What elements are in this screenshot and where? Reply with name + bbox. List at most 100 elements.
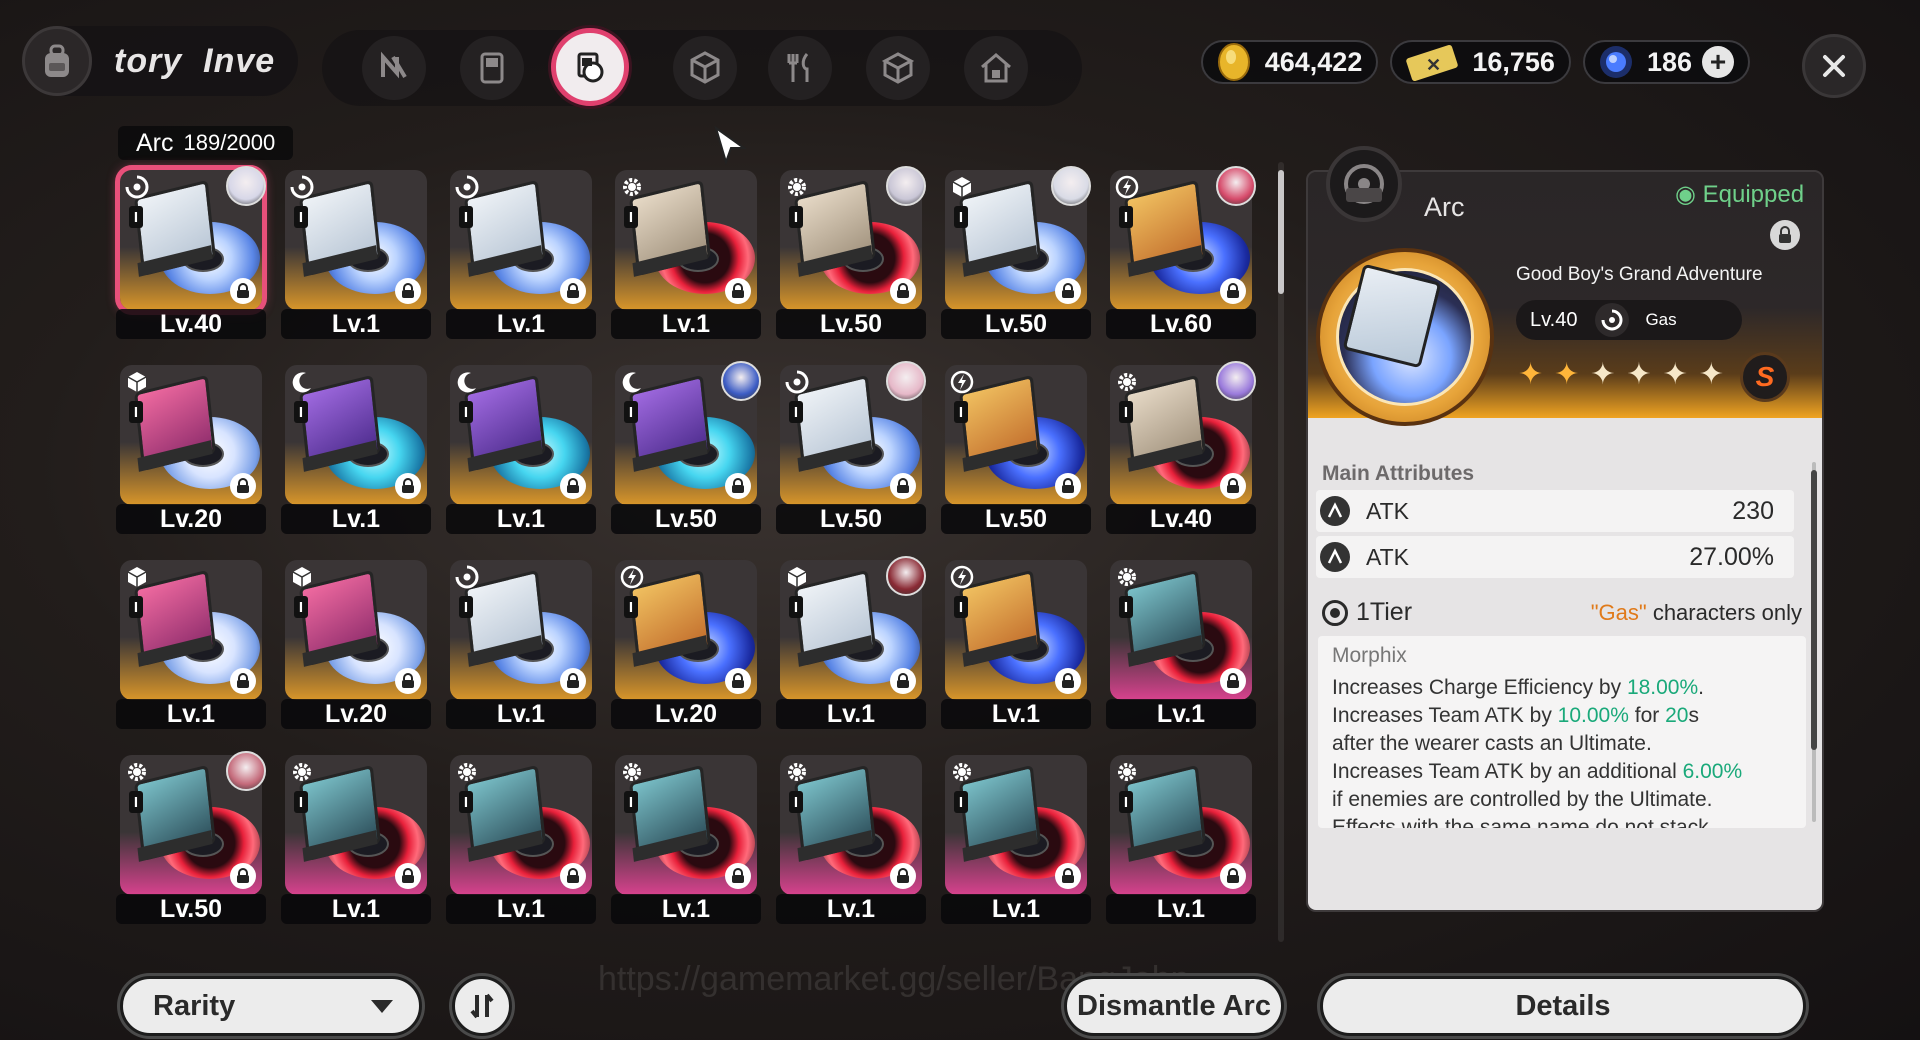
crystal-counter[interactable]: 186 + [1582,40,1750,84]
tier-badge: I [789,791,803,813]
close-button[interactable] [1802,34,1866,98]
home-tab[interactable] [964,36,1028,100]
arc-card[interactable]: I Lv.20 [611,556,761,729]
restriction-attribute: "Gas" [1590,599,1647,625]
lock-icon[interactable] [1220,668,1246,694]
tier-label: 1Tier [1356,598,1413,626]
arc-level-label: Lv.50 [776,309,926,339]
effect-line: if enemies are controlled by the Ultimat… [1332,786,1794,814]
effect-description[interactable]: Morphix Increases Charge Efficiency by 1… [1318,636,1806,828]
lock-icon[interactable] [1055,863,1081,889]
attribute-stat: ATK [1366,497,1410,524]
rarity-filter-dropdown[interactable]: Rarity [120,976,422,1036]
lock-icon[interactable] [560,863,586,889]
cube-attribute-icon [952,177,972,197]
arc-card[interactable]: I Lv.1 [281,751,431,924]
lock-icon[interactable] [725,473,751,499]
tier-badge: I [1119,206,1133,228]
lock-icon[interactable] [230,863,256,889]
arc-card[interactable]: I Lv.50 [611,361,761,534]
arc-card[interactable]: I Lv.50 [116,751,266,924]
arc-card[interactable]: I Lv.1 [1106,556,1256,729]
mouse-cursor-icon [714,126,748,166]
cube-tab[interactable] [673,36,737,100]
arc-card[interactable]: I Lv.1 [611,751,761,924]
lock-icon[interactable] [1220,863,1246,889]
ticket-icon: ✕ [1406,44,1459,82]
arc-card[interactable]: I Lv.20 [281,556,431,729]
arc-card[interactable]: I Lv.1 [116,556,266,729]
lock-icon[interactable] [395,473,421,499]
arc-card[interactable]: I Lv.1 [1106,751,1256,924]
device-tab[interactable] [460,36,524,100]
tier-badge: I [624,206,638,228]
lock-icon[interactable] [560,473,586,499]
lock-icon[interactable] [560,278,586,304]
lock-icon[interactable] [1055,473,1081,499]
arc-card[interactable]: I Lv.60 [1106,166,1256,339]
gear-attribute-icon [623,178,641,196]
lock-icon[interactable] [230,473,256,499]
food-tab[interactable] [768,36,832,100]
ticket-counter[interactable]: ✕ 16,756 [1390,40,1571,84]
arc-card[interactable]: I Lv.1 [446,166,596,339]
arc-card[interactable]: I Lv.20 [116,361,266,534]
effect-value: 6.00% [1682,760,1743,783]
lock-icon[interactable] [395,668,421,694]
sort-order-button[interactable] [452,976,512,1036]
lock-icon[interactable] [725,668,751,694]
dismantle-arc-button[interactable]: Dismantle Arc [1064,976,1284,1036]
arc-card[interactable]: I Lv.1 [446,361,596,534]
lock-icon[interactable] [560,668,586,694]
arc-card[interactable]: I Lv.1 [776,556,926,729]
lock-icon[interactable] [725,278,751,304]
gold-coin-counter[interactable]: 464,422 [1200,40,1379,84]
arc-card[interactable]: I Lv.50 [941,166,1091,339]
arc-card[interactable]: I Lv.1 [281,166,431,339]
arc-card[interactable]: I Lv.1 [611,166,761,339]
lock-icon[interactable] [725,863,751,889]
star-filled-icon: ✦ [1518,358,1544,391]
arc-card[interactable]: I Lv.1 [446,556,596,729]
lock-icon[interactable] [1220,473,1246,499]
arc-card[interactable]: I Lv.40 [115,165,267,339]
arc-tab[interactable] [551,28,629,106]
lock-icon[interactable] [890,278,916,304]
arc-card[interactable]: I Lv.50 [776,361,926,534]
box-tab[interactable] [866,36,930,100]
arc-grid: I Lv.40 I Lv.1 I Lv.1 I Lv.1 I Lv.50 I Lv.50 I Lv.60 I… [115,165,1256,924]
neverness-tab[interactable] [362,36,426,100]
lock-icon[interactable] [395,278,421,304]
arc-card[interactable]: I Lv.1 [941,751,1091,924]
add-crystal-button[interactable]: + [1702,46,1734,78]
lock-icon[interactable] [1055,278,1081,304]
arc-card[interactable]: I Lv.1 [281,361,431,534]
arc-card[interactable]: I Lv.50 [776,166,926,339]
attribute-value: 27.00% [1689,542,1774,571]
arc-card[interactable]: I Lv.50 [941,361,1091,534]
gold-coin-icon [1217,43,1250,81]
tier-badge: I [624,401,638,423]
backpack-icon[interactable] [22,26,92,96]
lock-icon[interactable] [890,473,916,499]
details-button[interactable]: Details [1320,976,1806,1036]
lock-icon[interactable] [395,863,421,889]
equipped-label: Equipped [1702,181,1805,208]
tier-badge: I [294,791,308,813]
description-scroll-thumb[interactable] [1811,470,1817,750]
grid-scroll-thumb[interactable] [1278,170,1284,294]
lock-icon[interactable] [1055,668,1081,694]
lock-icon[interactable] [230,668,256,694]
lock-icon[interactable] [890,668,916,694]
lock-toggle-button[interactable] [1770,220,1800,250]
lock-icon[interactable] [1220,278,1246,304]
arc-card[interactable]: I Lv.1 [446,751,596,924]
arc-card[interactable]: I Lv.1 [776,751,926,924]
lock-icon[interactable] [230,278,256,304]
effect-value: 20 [1665,704,1689,727]
tier-badge: I [129,206,143,228]
arc-card[interactable]: I Lv.40 [1106,361,1256,534]
lock-icon[interactable] [890,863,916,889]
inventory-header: tory Inve [22,26,298,96]
arc-card[interactable]: I Lv.1 [941,556,1091,729]
